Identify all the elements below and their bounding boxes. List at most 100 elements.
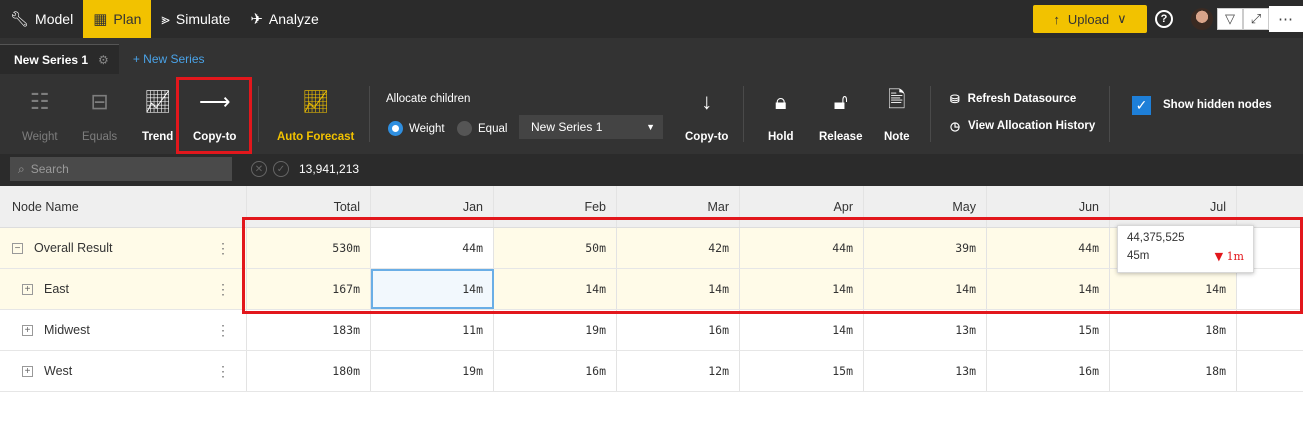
new-series-button[interactable]: + New Series	[119, 44, 219, 74]
table-icon: ▦	[93, 10, 108, 28]
refresh-datasource-button[interactable]: ⛁ Refresh Datasource	[950, 92, 1076, 106]
weight-label: Weight	[22, 131, 58, 143]
search-placeholder: Search	[30, 162, 69, 176]
kebab-menu-icon[interactable]: ⋮	[216, 363, 230, 380]
release-label: Release	[819, 131, 863, 143]
kebab-menu-icon[interactable]: ⋮	[216, 240, 230, 257]
table-cell[interactable]: 15m	[740, 351, 864, 391]
tooltip-short-value: 45m	[1127, 250, 1150, 262]
table-cell[interactable]: 13m	[864, 310, 987, 350]
row-name: West	[44, 364, 73, 378]
upload-button[interactable]: ↑ Upload ∨	[1033, 5, 1147, 33]
auto-forecast-button[interactable]: 📈︎ Auto Forecast	[277, 88, 354, 143]
table-cell[interactable]: 13m	[864, 351, 987, 391]
kebab-menu-icon[interactable]: ⋮	[216, 322, 230, 339]
radio-selected-icon	[388, 121, 403, 136]
tab-simulate-label: Simulate	[175, 11, 231, 27]
row-name-cell[interactable]: − Overall Result ⋮	[0, 228, 247, 268]
nav-right-area: ↑ Upload ∨ ? ▽ ⤢ ⋯	[1033, 0, 1303, 38]
trend-button[interactable]: 📈︎ Trend	[142, 88, 173, 143]
table-cell[interactable]: 18m	[1110, 310, 1237, 350]
table-cell[interactable]: 183m	[247, 310, 371, 350]
hierarchy-icon: ☷	[29, 89, 50, 114]
show-hidden-checkbox[interactable]: ✓	[1132, 96, 1151, 115]
row-name: East	[44, 282, 70, 296]
table-cell[interactable]: 15m	[987, 310, 1110, 350]
table-cell[interactable]: 11m	[371, 310, 494, 350]
equals-icon: ⊟	[90, 89, 109, 114]
unlock-icon: 🔓︎	[833, 89, 848, 114]
table-cell[interactable]: 180m	[247, 351, 371, 391]
tab-plan[interactable]: ▦ Plan	[83, 0, 152, 38]
weight-button[interactable]: ☷ Weight	[22, 88, 58, 143]
ribbon-toolbar: ☷ Weight ⊟ Equals 📈︎ Trend ⟶ Copy-to 📈︎ …	[0, 74, 1303, 154]
row-name: Overall Result	[34, 241, 113, 255]
series-tab-active[interactable]: New Series 1 ⚙	[0, 44, 119, 74]
row-name-cell[interactable]: + Midwest ⋮	[0, 310, 247, 350]
ribbon-divider	[1109, 86, 1110, 142]
table-cell[interactable]: 18m	[1110, 351, 1237, 391]
upload-arrow-icon: ↑	[1053, 11, 1060, 27]
expand-icon[interactable]: +	[22, 283, 33, 295]
equals-button[interactable]: ⊟ Equals	[82, 88, 117, 143]
ribbon-divider	[258, 86, 259, 142]
refresh-label: Refresh Datasource	[967, 93, 1077, 105]
row-name: Midwest	[44, 323, 90, 337]
avatar[interactable]	[1191, 8, 1213, 30]
search-row: ⌕ Search ✕ ✓ 13,941,213	[0, 154, 1303, 186]
collapse-icon[interactable]: −	[12, 242, 23, 254]
row-name-cell[interactable]: + West ⋮	[0, 351, 247, 391]
kebab-menu-icon[interactable]: ⋮	[216, 281, 230, 298]
database-icon: ⛁	[950, 94, 960, 106]
tooltip-delta: ▼ 1m	[1215, 250, 1244, 263]
row-name-cell[interactable]: + East ⋮	[0, 269, 247, 309]
hold-button[interactable]: 🔒︎ Hold	[768, 88, 794, 143]
series-select[interactable]: New Series 1 ▼	[519, 115, 663, 139]
forecast-chart-icon: 📈︎	[301, 89, 330, 114]
dropdown-caret-icon: ▼	[646, 122, 655, 132]
view-history-button[interactable]: ◷ View Allocation History	[950, 119, 1095, 133]
expand-icon[interactable]: +	[22, 365, 33, 377]
radio-equal[interactable]: Equal	[457, 121, 507, 136]
more-options-icon[interactable]: ⋯	[1269, 6, 1303, 32]
radio-unselected-icon	[457, 121, 472, 136]
table-cell[interactable]: 12m	[617, 351, 740, 391]
tab-simulate[interactable]: ⪢ Simulate	[151, 0, 240, 38]
clear-icon[interactable]: ✕	[251, 161, 267, 177]
note-button[interactable]: 🖹︎ Note	[884, 87, 910, 143]
filter-icon[interactable]: ▽	[1217, 8, 1243, 30]
expand-icon[interactable]: ⤢	[1243, 8, 1269, 30]
table-cell[interactable]: 19m	[494, 310, 617, 350]
table-row: + Midwest ⋮ 183m 11m 19m 16m 14m 13m 15m…	[0, 310, 1303, 351]
total-value: 13,941,213	[299, 162, 360, 176]
tooltip-value: 44,375,525	[1127, 232, 1185, 244]
ribbon-divider	[930, 86, 931, 142]
copy-to-down-button[interactable]: ↓ Copy-to	[685, 88, 728, 143]
allocate-children-title: Allocate children	[386, 93, 471, 105]
table-cell[interactable]: 19m	[371, 351, 494, 391]
table-cell[interactable]: 16m	[617, 310, 740, 350]
gear-icon[interactable]: ⚙	[98, 53, 109, 67]
node-name-header[interactable]: Node Name	[0, 186, 247, 227]
help-icon[interactable]: ?	[1155, 10, 1173, 28]
tooltip-delta-value: 1m	[1226, 250, 1244, 263]
tab-model[interactable]: 🔧︎ Model	[0, 0, 83, 38]
search-input[interactable]: ⌕ Search	[10, 157, 232, 181]
table-cell[interactable]: 16m	[494, 351, 617, 391]
table-row: + West ⋮ 180m 19m 16m 12m 15m 13m 16m 18…	[0, 351, 1303, 392]
hold-label: Hold	[768, 131, 794, 143]
table-cell[interactable]: 16m	[987, 351, 1110, 391]
tab-analyze[interactable]: ✈︎ Analyze	[240, 0, 328, 38]
radio-weight[interactable]: Weight	[388, 121, 445, 136]
series-bar: New Series 1 ⚙ + New Series	[0, 38, 1303, 74]
table-cell[interactable]: 14m	[740, 310, 864, 350]
history-label: View Allocation History	[968, 120, 1096, 132]
note-icon: 🖹︎	[887, 87, 906, 112]
release-button[interactable]: 🔓︎ Release	[819, 88, 862, 143]
auto-forecast-label: Auto Forecast	[277, 131, 355, 143]
series-select-value: New Series 1	[531, 120, 603, 134]
confirm-icon[interactable]: ✓	[273, 161, 289, 177]
equals-label: Equals	[82, 131, 118, 143]
expand-icon[interactable]: +	[22, 324, 33, 336]
tab-model-label: Model	[35, 11, 74, 27]
